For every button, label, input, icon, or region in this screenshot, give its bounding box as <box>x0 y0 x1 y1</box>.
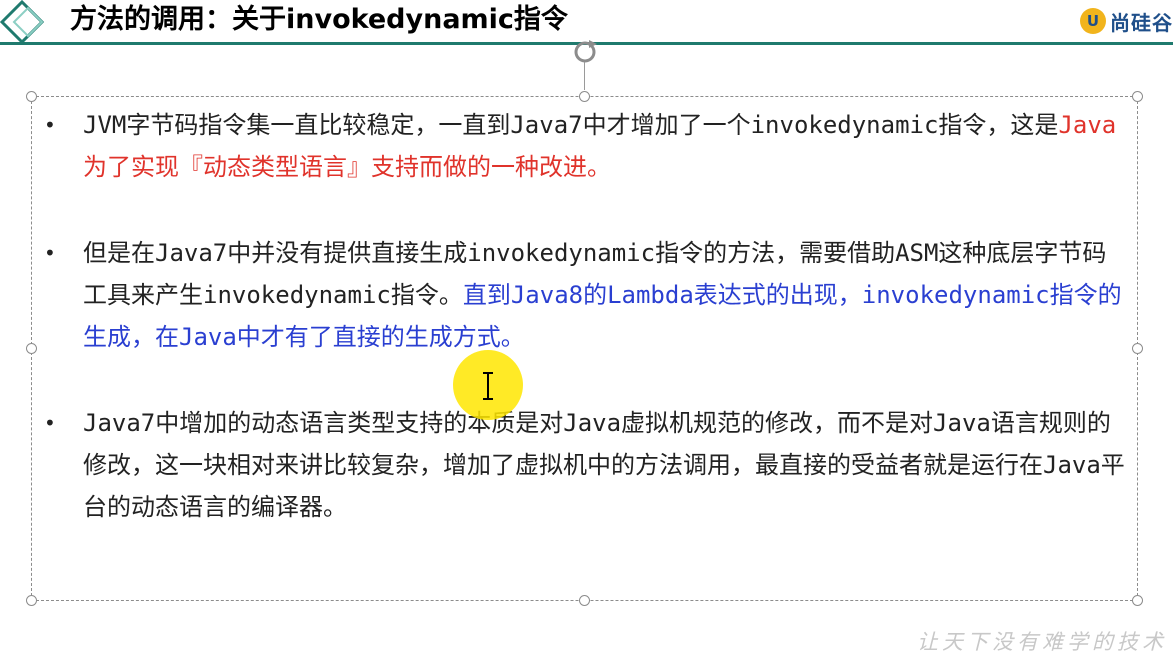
resize-handle-bottom[interactable] <box>579 595 590 606</box>
bullet-item: • Java7中增加的动态语言类型支持的本质是对Java虚拟机规范的修改，而不是… <box>40 402 1130 528</box>
bullet-marker: • <box>44 411 56 435</box>
rotate-handle-stem <box>584 62 585 90</box>
resize-handle-top-right[interactable] <box>1132 91 1143 102</box>
rotate-handle-icon[interactable] <box>571 38 599 66</box>
watermark: 让天下没有难学的技术 <box>917 630 1167 654</box>
bullet-text: JVM字节码指令集一直比较稳定，一直到Java7中才增加了一个invokedyn… <box>83 111 1059 139</box>
bullet-marker: • <box>44 113 56 137</box>
resize-handle-bottom-left[interactable] <box>26 595 37 606</box>
slide-title: 方法的调用：关于invokedynamic指令 <box>70 4 568 35</box>
bullet-marker: • <box>44 241 56 265</box>
resize-handle-right[interactable] <box>1132 343 1143 354</box>
resize-handle-left[interactable] <box>26 343 37 354</box>
brand-mark-icon: U <box>1080 8 1106 34</box>
bullet-text: Java7中增加的动态语言类型支持的本质是对Java虚拟机规范的修改，而不是对J… <box>83 409 1125 521</box>
resize-handle-top[interactable] <box>579 91 590 102</box>
bullet-item: • JVM字节码指令集一直比较稳定，一直到Java7中才增加了一个invoked… <box>40 104 1130 188</box>
text-cursor-icon <box>483 372 493 400</box>
diamond-logo-icon <box>0 0 45 44</box>
slide-body[interactable]: • JVM字节码指令集一直比较稳定，一直到Java7中才增加了一个invoked… <box>40 104 1130 528</box>
bullet-item: • 但是在Java7中并没有提供直接生成invokedynamic指令的方法，需… <box>40 232 1130 358</box>
brand-logo: U 尚硅谷 <box>1080 6 1173 36</box>
resize-handle-top-left[interactable] <box>26 91 37 102</box>
resize-handle-bottom-right[interactable] <box>1132 595 1143 606</box>
brand-name: 尚硅谷 <box>1110 10 1173 35</box>
